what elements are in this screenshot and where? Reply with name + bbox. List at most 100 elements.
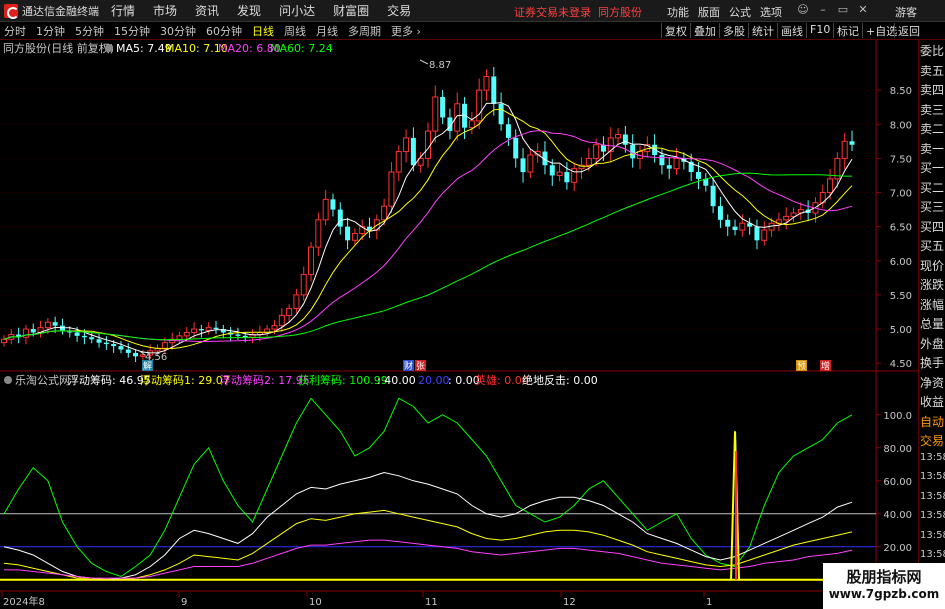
restore-icon[interactable]: ▭ [836,3,850,17]
stock-label: 同方股份(日线 前复权) [3,41,114,55]
menu-hangqing[interactable]: 行情 [111,2,135,19]
side-panel-item[interactable]: 13:58 [920,491,945,509]
tool-fuquan[interactable]: 复权 [661,23,690,38]
period-multi[interactable]: 多周期 [348,23,381,39]
candle-body [30,329,36,333]
ind-value-fdcm2: 浮动筹码2: 17.95 [220,373,310,387]
side-panel-item[interactable]: 买三 [920,198,945,216]
side-panel-item[interactable]: 收益 [920,393,945,411]
user-icon[interactable]: ☺ [796,3,810,17]
side-panel-item[interactable]: 自动 [920,413,945,431]
side-panel-item[interactable]: 外盘 [920,335,945,353]
period-15min[interactable]: 15分钟 [114,23,150,39]
candle-body [22,328,29,338]
menu-zixun[interactable]: 资讯 [195,2,219,19]
side-panel-item[interactable]: 净资 [920,374,945,392]
menu-faxian[interactable]: 发现 [237,2,261,19]
candle-body [725,219,731,227]
side-panel-item[interactable]: 买二 [920,179,945,197]
side-panel-item[interactable]: 涨幅 [920,296,945,314]
indicator-settings-icon[interactable] [4,376,12,384]
tool-tongji[interactable]: 统计 [748,23,777,38]
candle-body [89,337,95,340]
menu-xuanxiang[interactable]: 选项 [760,4,782,20]
candle-body [103,342,109,345]
side-panel-item[interactable]: 卖二 [920,120,945,138]
tool-diejia[interactable]: 叠加 [690,23,719,38]
tool-huaxian[interactable]: 画线 [777,23,806,38]
trade-login-notice[interactable]: 证券交易未登录 同方股份 [514,4,642,20]
side-panel-item[interactable]: 交易 [920,432,945,450]
candle-body [205,327,212,331]
side-panel-item[interactable]: 现价 [920,257,945,275]
period-1min[interactable]: 1分钟 [36,23,65,39]
candle-body [440,96,446,118]
candle-body [410,137,416,166]
side-panel-item[interactable]: 卖五 [920,62,945,80]
period-monthly[interactable]: 月线 [316,23,338,39]
close-icon[interactable]: ✕ [856,3,870,17]
tool-biaoji[interactable]: 标记 [833,23,862,38]
menu-banmian[interactable]: 版面 [698,4,720,20]
candle-body [81,335,87,338]
side-panel-item[interactable]: 换手 [920,354,945,372]
period-daily[interactable]: 日线 [252,23,274,39]
candle-body [161,342,168,349]
side-panel-item[interactable]: 13:58 [920,471,945,489]
menu-caifuquan[interactable]: 财富圈 [333,2,369,19]
side-panel-item[interactable]: 买五 [920,237,945,255]
candle-body [125,349,131,353]
ma-settings-icon[interactable] [105,44,113,52]
side-panel-item[interactable]: 涨跌 [920,276,945,294]
candle-body [278,314,285,327]
period-weekly[interactable]: 周线 [284,23,306,39]
candle-body [118,346,124,350]
side-panel-item[interactable]: 买四 [920,218,945,236]
side-panel-item[interactable]: 13:58 [920,452,945,470]
side-panel-item[interactable]: 卖一 [920,140,945,158]
minimize-icon[interactable]: – [816,3,830,17]
candle-body [564,172,570,183]
candle-body [337,209,343,227]
period-30min[interactable]: 30分钟 [160,23,196,39]
app-name: 通达信金融终端 [22,4,99,18]
candle-body [761,229,768,241]
candle-body [235,334,241,336]
candle-body [330,199,336,210]
candle-body [286,308,293,316]
period-fenshi[interactable]: 分时 [4,23,26,39]
side-panel-item[interactable]: 总量 [920,315,945,333]
ma5-label: MA5: 7.49 [116,42,172,55]
candle-body [96,339,102,343]
ind-tick: 20.00 [883,543,912,554]
tool-duogu[interactable]: 多股 [719,23,748,38]
side-panel-item[interactable]: 13:58 [920,530,945,548]
period-60min[interactable]: 60分钟 [206,23,242,39]
menu-jiaoyi[interactable]: 交易 [387,2,411,19]
side-panel-item[interactable]: 委比 [920,42,945,60]
candle-body [351,232,358,241]
kline-chart[interactable]: 同方股份(日线 前复权) MA5: 7.49 MA10: 7.10 MA20: … [0,40,945,609]
side-panel-item[interactable]: 卖三 [920,101,945,119]
period-more[interactable]: 更多 › [391,23,421,39]
guest-login[interactable]: 游客 [895,4,917,20]
side-panel-item[interactable]: 买一 [920,159,945,177]
side-panel-item[interactable]: 13:58 [920,510,945,528]
side-panel-item[interactable]: 卖四 [920,81,945,99]
candle-body [841,140,848,159]
candle-body [849,141,855,145]
menu-shichang[interactable]: 市场 [153,2,177,19]
candle-body [483,75,490,91]
menu-gongneng[interactable]: 功能 [667,4,689,20]
date-tick: 10 [309,597,322,608]
tool-f10[interactable]: F10 [806,23,833,38]
period-5min[interactable]: 5分钟 [75,23,104,39]
candle-body [527,154,534,173]
price-tick: 8.00 [890,120,912,131]
candle-body [491,76,497,104]
candle-body [710,185,716,207]
menu-wenxiaoda[interactable]: 问小达 [279,2,315,19]
ind-tick: 40.00 [883,510,912,521]
tool-fanhui[interactable]: 返回 [894,23,923,38]
menu-gongshi[interactable]: 公式 [729,4,751,20]
